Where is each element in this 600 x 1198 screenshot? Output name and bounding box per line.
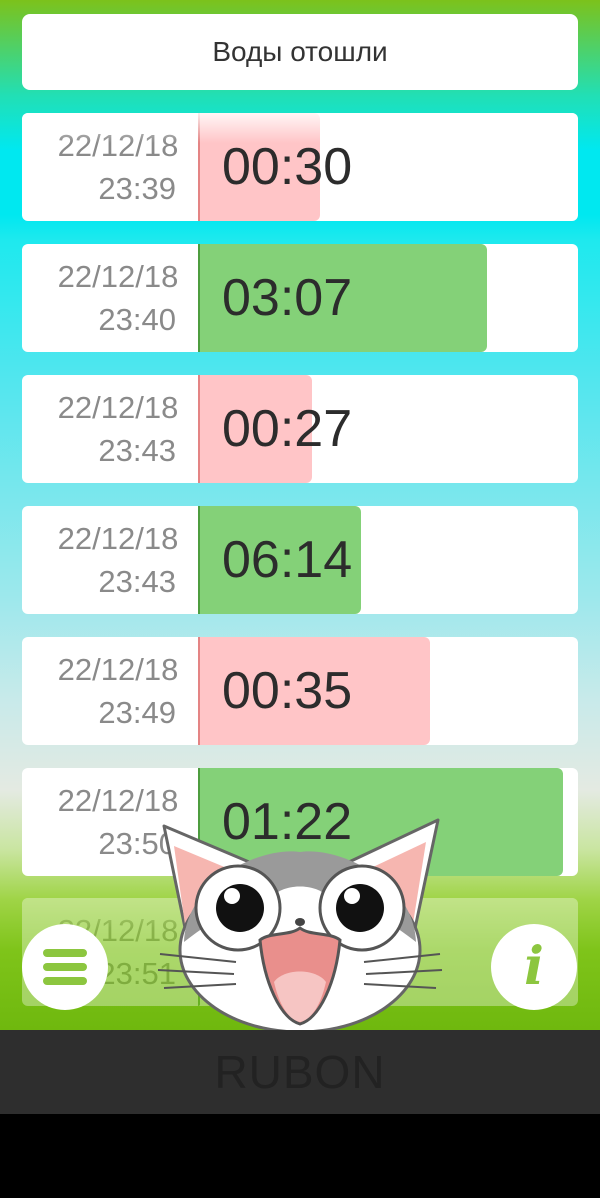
timestamp: 22/12/18 23:43 <box>22 506 198 614</box>
contraction-row[interactable]: 22/12/18 23:43 06:14 <box>22 506 578 614</box>
menu-button[interactable] <box>22 924 108 1010</box>
timestamp: 22/12/18 23:43 <box>22 375 198 483</box>
entry-date: 22/12/18 <box>57 259 179 294</box>
ad-banner[interactable]: RUBON <box>0 1030 600 1114</box>
cat-mascot <box>157 818 443 1030</box>
contraction-row[interactable]: 22/12/18 23:40 03:07 <box>22 244 578 352</box>
contraction-row[interactable]: 22/12/18 23:43 00:27 <box>22 375 578 483</box>
duration-label: 06:14 <box>222 531 353 589</box>
entry-time: 23:40 <box>98 302 176 337</box>
timestamp: 22/12/18 23:39 <box>22 113 198 221</box>
info-button[interactable]: i <box>491 924 577 1010</box>
entry-date: 22/12/18 <box>57 652 179 687</box>
entry-time: 23:43 <box>98 433 176 468</box>
duration-label: 00:35 <box>222 662 353 720</box>
timestamp: 22/12/18 23:49 <box>22 637 198 745</box>
app-screen: Воды отошли 22/12/18 23:39 00:30 22/12/18 23… <box>0 0 600 1030</box>
hamburger-icon <box>43 943 87 991</box>
entry-date: 22/12/18 <box>57 128 179 163</box>
entry-date: 22/12/18 <box>57 390 179 425</box>
duration-label: 03:07 <box>222 269 353 327</box>
duration-label: 00:27 <box>222 400 353 458</box>
contraction-row[interactable]: 22/12/18 23:49 00:35 <box>22 637 578 745</box>
water-broke-button[interactable]: Воды отошли <box>22 14 578 90</box>
entry-time: 23:39 <box>98 171 176 206</box>
entry-time: 23:43 <box>98 564 176 599</box>
duration-label: 00:30 <box>222 138 353 196</box>
info-icon: i <box>524 936 544 997</box>
entry-time: 23:49 <box>98 695 176 730</box>
banner-text: RUBON <box>214 1046 386 1098</box>
entry-date: 22/12/18 <box>57 521 179 556</box>
contraction-row[interactable]: 22/12/18 23:39 00:30 <box>22 113 578 221</box>
timestamp: 22/12/18 23:40 <box>22 244 198 352</box>
